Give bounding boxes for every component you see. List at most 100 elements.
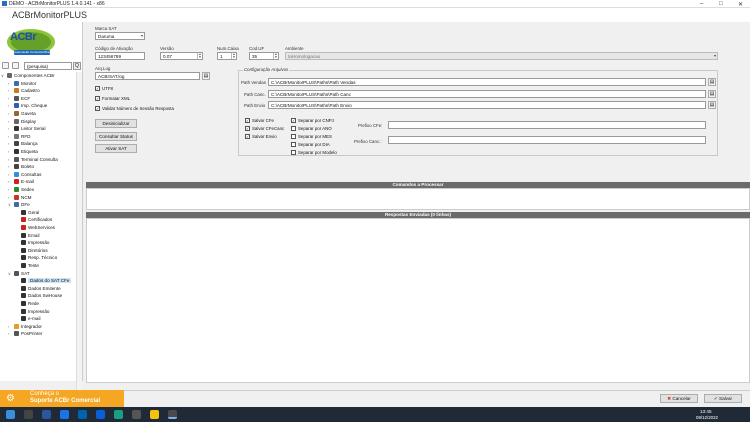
- expander-icon[interactable]: ›: [8, 119, 12, 124]
- tree-item[interactable]: › Leitor Serial: [8, 125, 46, 132]
- expander-icon[interactable]: ∨: [1, 73, 5, 78]
- tree-item[interactable]: Certificados: [15, 216, 52, 223]
- expander-icon[interactable]: ›: [8, 103, 12, 108]
- cancelar-button[interactable]: ✖ Cancelar: [660, 394, 698, 403]
- search-input[interactable]: (pesquisa): [24, 62, 72, 70]
- expander-icon[interactable]: ›: [8, 149, 12, 154]
- expander-icon[interactable]: ›: [8, 134, 12, 139]
- sep-ano-checkbox[interactable]: Separar por ANO: [291, 126, 332, 131]
- tree-item[interactable]: › Balança: [8, 140, 38, 147]
- tree-item[interactable]: Dados do SAT CFe: [15, 277, 72, 284]
- tree-item[interactable]: ∨ Componentes ACBr: [1, 72, 55, 79]
- tree-item[interactable]: e-mail: [15, 315, 41, 322]
- search-button[interactable]: Q: [73, 62, 81, 70]
- comandos-pane[interactable]: [86, 188, 750, 210]
- tree-item[interactable]: › RFD: [8, 133, 30, 140]
- maximize-button[interactable]: □: [719, 1, 723, 7]
- tree-item[interactable]: › Boleto: [8, 163, 34, 170]
- tree-item[interactable]: ∨ SAT: [8, 270, 30, 277]
- tree-scrollbar[interactable]: [76, 72, 82, 402]
- prefixo-cfe-field[interactable]: [388, 121, 706, 129]
- expander-icon[interactable]: ›: [8, 324, 12, 329]
- tree-item[interactable]: › Monitor: [8, 80, 36, 87]
- validar-numero-checkbox[interactable]: ✓ Validar Número de Sessão Resposta: [95, 106, 174, 111]
- tree-item[interactable]: › Cadastro: [8, 87, 40, 94]
- expander-icon[interactable]: ›: [8, 126, 12, 131]
- expander-icon[interactable]: ›: [8, 195, 12, 200]
- arqlog-field[interactable]: ACBrSAT.log: [95, 72, 200, 80]
- expander-icon[interactable]: ›: [8, 96, 12, 101]
- tree-item[interactable]: › E-mail: [8, 178, 34, 185]
- tree-item[interactable]: › NCM: [8, 194, 31, 201]
- path-envio-folder-icon[interactable]: ▤: [708, 101, 716, 109]
- tree-item[interactable]: › Imp. Cheque: [8, 102, 47, 109]
- tree-item[interactable]: › Etiqueta: [8, 148, 38, 155]
- tree-item[interactable]: Resp. Técnico: [15, 254, 57, 261]
- outlook-icon[interactable]: [60, 410, 69, 419]
- phone-icon[interactable]: [96, 410, 105, 419]
- minimize-button[interactable]: –: [700, 1, 703, 7]
- sep-mes-checkbox[interactable]: Separar por MES: [291, 134, 332, 139]
- expander-icon[interactable]: ›: [8, 179, 12, 184]
- task-view-icon[interactable]: [24, 410, 33, 419]
- tree-item[interactable]: Impressão: [15, 239, 49, 246]
- ativar-sat-button[interactable]: Ativar SAT: [95, 144, 137, 153]
- chrome-icon[interactable]: [150, 410, 159, 419]
- tree-item[interactable]: › Sedex: [8, 186, 34, 193]
- tree-item[interactable]: Email: [15, 232, 40, 239]
- tree-item[interactable]: Impressão: [15, 308, 49, 315]
- tree-item[interactable]: Teste: [15, 262, 39, 269]
- path-vendas-field[interactable]: C:\ACBrMonitorPLUS\Paths\Path Vendas: [268, 78, 706, 86]
- tree-item[interactable]: › Consultas: [8, 171, 41, 178]
- tree-item[interactable]: › PosPrinter: [8, 330, 42, 337]
- salvar-cfe-checkbox[interactable]: ✓ Salvar CFe: [245, 118, 274, 123]
- expander-icon[interactable]: ›: [8, 88, 12, 93]
- tag-icon[interactable]: [2, 62, 9, 69]
- formatar-xml-checkbox[interactable]: ✓ Formatar XML: [95, 96, 130, 101]
- expander-icon[interactable]: ›: [8, 331, 12, 336]
- utf8-checkbox[interactable]: ✓ UTF8: [95, 86, 113, 91]
- consultar-status-button[interactable]: Consultar Status: [95, 132, 137, 141]
- edge-icon[interactable]: [114, 410, 123, 419]
- expander-icon[interactable]: ›: [8, 111, 12, 116]
- tree-item[interactable]: Geral: [15, 209, 39, 216]
- store-icon[interactable]: [132, 410, 141, 419]
- path-vendas-folder-icon[interactable]: ▤: [708, 78, 716, 86]
- mail-icon[interactable]: [78, 410, 87, 419]
- close-button[interactable]: ✕: [738, 1, 743, 8]
- tree-item[interactable]: › Integrador: [8, 323, 42, 330]
- spinner-icon[interactable]: ▲ ▼: [273, 53, 278, 59]
- spinner-icon[interactable]: ▲ ▼: [197, 53, 202, 59]
- arqlog-folder-icon[interactable]: ▤: [202, 72, 210, 80]
- acbr-taskbar-icon[interactable]: [168, 410, 177, 419]
- spinner-icon[interactable]: ▲ ▼: [231, 53, 236, 59]
- expander-icon[interactable]: ›: [8, 157, 12, 162]
- path-canc-field[interactable]: C:\ACBrMonitorPLUS\Paths\Path Canc: [268, 90, 706, 98]
- numcaixa-field[interactable]: 1 ▲ ▼: [217, 52, 237, 60]
- expander-icon[interactable]: ›: [8, 187, 12, 192]
- tree-item[interactable]: › Terminal Consulta: [8, 156, 58, 163]
- salvar-button[interactable]: ✔ Salvar: [704, 394, 742, 403]
- tree-item[interactable]: › Gaveta: [8, 110, 36, 117]
- coduf-field[interactable]: 35 ▲ ▼: [249, 52, 279, 60]
- tree-item[interactable]: WebServices: [15, 224, 55, 231]
- promo-banner[interactable]: ⚙ Conheça o Suporte ACBr Comercial: [0, 390, 124, 407]
- tree-item[interactable]: Diretórios: [15, 247, 48, 254]
- prefixo-canc-field[interactable]: [388, 136, 706, 144]
- sep-cnpj-checkbox[interactable]: ✓ Separar por CNPJ: [291, 118, 334, 123]
- expander-icon[interactable]: ∨: [8, 202, 12, 207]
- path-envio-field[interactable]: C:\ACBrMonitorPLUS\Paths\Path Envio: [268, 101, 706, 109]
- word-icon[interactable]: [42, 410, 51, 419]
- tree-item[interactable]: › Display: [8, 118, 36, 125]
- versao-field[interactable]: 0.07 ▲ ▼: [160, 52, 203, 60]
- sep-modelo-checkbox[interactable]: Separar por Modelo: [291, 150, 337, 155]
- marca-select[interactable]: Daruma ▾: [95, 32, 145, 40]
- windows-start-icon[interactable]: [6, 410, 15, 419]
- respostas-pane[interactable]: [86, 218, 750, 383]
- expander-icon[interactable]: ›: [8, 172, 12, 177]
- desinicializar-button[interactable]: Desinicializar: [95, 119, 137, 128]
- expander-icon[interactable]: ›: [8, 141, 12, 146]
- tree-item[interactable]: ∨ DFe: [8, 201, 30, 208]
- expander-icon[interactable]: ›: [8, 81, 12, 86]
- sep-dia-checkbox[interactable]: Separar por DIA: [291, 142, 330, 147]
